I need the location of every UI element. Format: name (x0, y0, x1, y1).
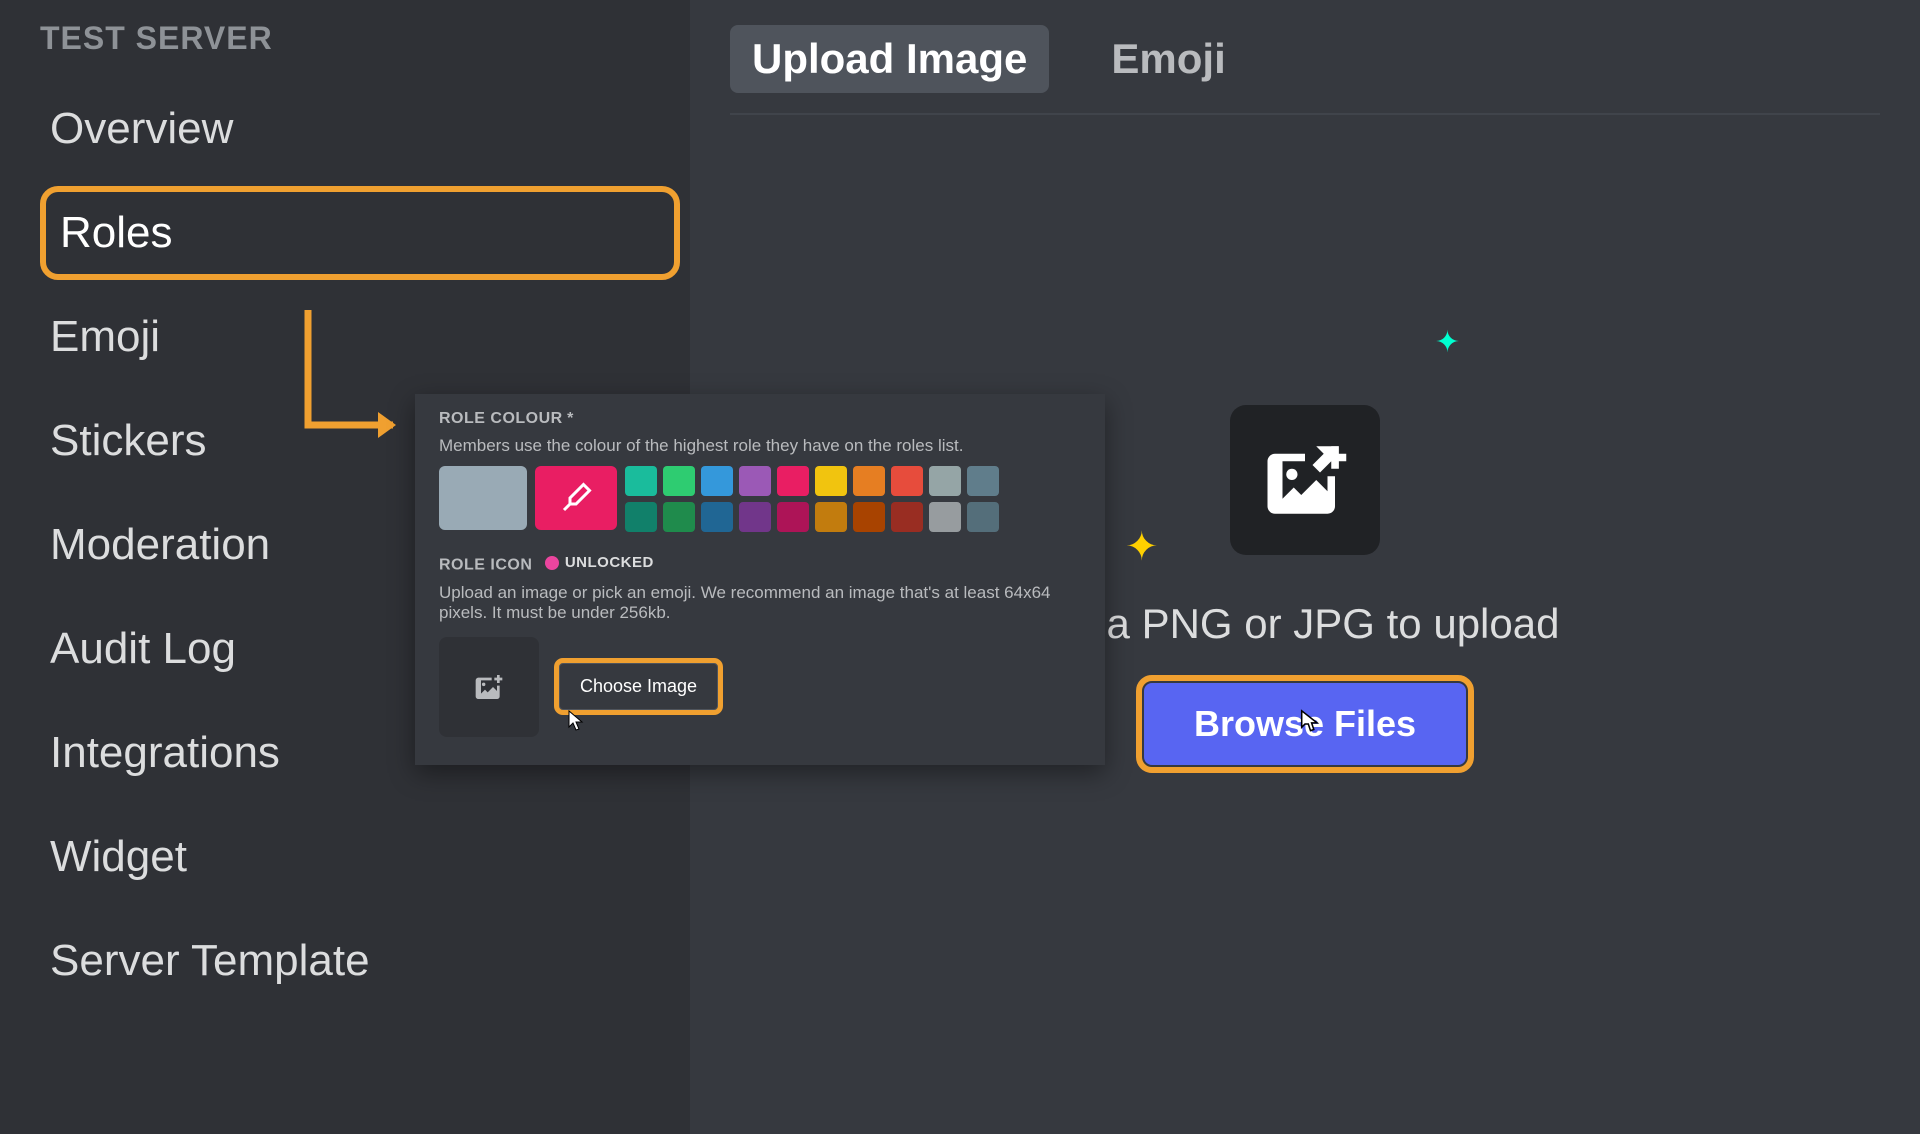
colour-swatch[interactable] (701, 466, 733, 496)
sparkle-icon: ✦ (1125, 524, 1159, 570)
unlocked-text: UNLOCKED (565, 554, 654, 571)
browse-files-label: Browse Files (1194, 703, 1416, 744)
colour-swatch-row (439, 466, 1081, 532)
role-colour-label: ROLE COLOUR (439, 410, 563, 427)
colour-swatch[interactable] (625, 502, 657, 532)
colour-swatch[interactable] (777, 502, 809, 532)
role-icon-label: ROLE ICON (439, 557, 532, 574)
sidebar-item-server-template[interactable]: Server Template (40, 914, 680, 1008)
default-colour-swatch[interactable] (439, 466, 527, 530)
colour-swatch[interactable] (967, 466, 999, 496)
colour-swatch[interactable] (777, 466, 809, 496)
tab-emoji[interactable]: Emoji (1089, 25, 1247, 93)
colour-swatch[interactable] (967, 502, 999, 532)
colour-swatch[interactable] (739, 466, 771, 496)
image-add-small-icon (473, 671, 505, 703)
role-icon-description: Upload an image or pick an emoji. We rec… (439, 583, 1081, 623)
sidebar-item-overview[interactable]: Overview (40, 82, 680, 176)
image-add-icon (1260, 435, 1350, 525)
sparkle-icon: ✦ (1435, 325, 1460, 360)
colour-swatch[interactable] (663, 466, 695, 496)
colour-swatch[interactable] (701, 502, 733, 532)
colour-swatch[interactable] (815, 466, 847, 496)
choose-image-button[interactable]: Choose Image (559, 663, 718, 710)
role-colour-description: Members use the colour of the highest ro… (439, 436, 1081, 456)
role-icon-actions: Choose Image (439, 637, 1081, 737)
unlocked-badge: UNLOCKED (545, 554, 654, 571)
image-upload-placeholder[interactable]: ✦ ✦ (1230, 405, 1380, 555)
colour-swatch[interactable] (891, 502, 923, 532)
eyedropper-icon (558, 480, 594, 516)
role-icon-upload-slot[interactable] (439, 637, 539, 737)
colour-swatch[interactable] (663, 502, 695, 532)
required-indicator: * (567, 410, 574, 427)
custom-colour-swatch[interactable] (535, 466, 617, 530)
colour-swatch[interactable] (625, 466, 657, 496)
role-settings-panel: ROLE COLOUR * Members use the colour of … (415, 394, 1105, 765)
colour-swatch[interactable] (929, 502, 961, 532)
colour-swatch[interactable] (853, 502, 885, 532)
sidebar-item-emoji[interactable]: Emoji (40, 290, 680, 384)
colour-swatch[interactable] (891, 466, 923, 496)
sidebar-item-widget[interactable]: Widget (40, 810, 680, 904)
boost-dot-icon (545, 556, 559, 570)
browse-files-button[interactable]: Browse Files (1144, 683, 1466, 765)
colour-swatch-grid (625, 466, 999, 532)
colour-swatch[interactable] (853, 466, 885, 496)
role-icon-tabs: Upload Image Emoji (730, 25, 1880, 115)
tab-upload-image[interactable]: Upload Image (730, 25, 1049, 93)
server-title: TEST SERVER (40, 20, 680, 57)
sidebar-item-roles[interactable]: Roles (40, 186, 680, 280)
colour-swatch[interactable] (815, 502, 847, 532)
colour-swatch[interactable] (929, 466, 961, 496)
colour-swatch[interactable] (739, 502, 771, 532)
